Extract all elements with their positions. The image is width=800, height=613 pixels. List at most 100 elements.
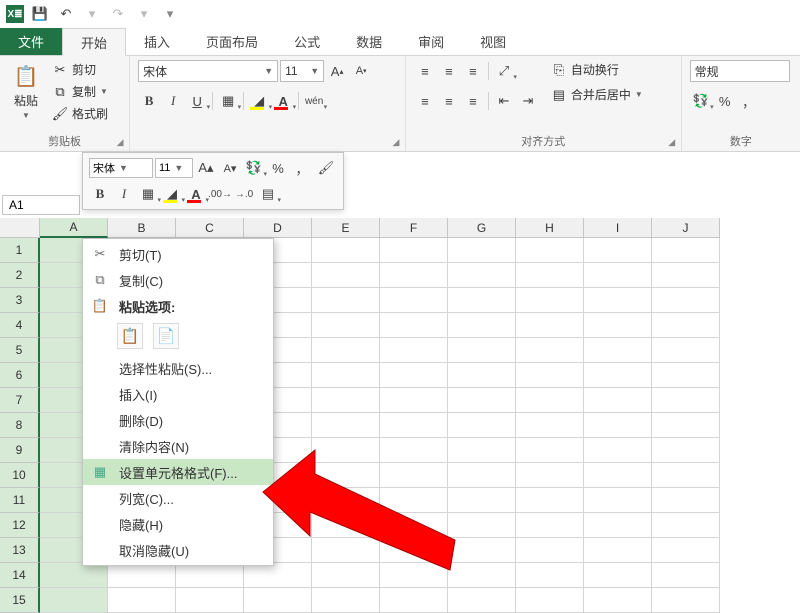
accounting-format-button[interactable]: 💱▾	[690, 90, 712, 112]
tab-view[interactable]: 视图	[462, 28, 524, 55]
cell[interactable]	[516, 538, 584, 563]
merge-center-button[interactable]: ▤合并后居中▼	[549, 85, 645, 104]
orientation-button[interactable]: ⤢▾	[493, 60, 515, 82]
column-header[interactable]: H	[516, 218, 584, 238]
cell[interactable]	[312, 513, 380, 538]
row-header[interactable]: 3	[0, 288, 40, 313]
cell[interactable]	[380, 463, 448, 488]
cell[interactable]	[312, 588, 380, 613]
context-insert[interactable]: 插入(I)	[83, 381, 273, 407]
cell[interactable]	[448, 538, 516, 563]
paste-option-default[interactable]: 📋	[117, 323, 143, 349]
undo-button[interactable]: ↶	[56, 4, 76, 24]
percent-format-button[interactable]: %	[714, 90, 736, 112]
fill-color-button[interactable]: ◢▾	[248, 90, 270, 112]
row-header[interactable]: 15	[0, 588, 40, 613]
tab-home[interactable]: 开始	[62, 28, 126, 56]
cut-button[interactable]: ✂剪切	[50, 60, 110, 79]
row-header[interactable]: 7	[0, 388, 40, 413]
row-header[interactable]: 6	[0, 363, 40, 388]
cell[interactable]	[652, 338, 720, 363]
cell[interactable]	[516, 463, 584, 488]
cell[interactable]	[448, 438, 516, 463]
cell[interactable]	[380, 588, 448, 613]
cell[interactable]	[448, 588, 516, 613]
row-header[interactable]: 13	[0, 538, 40, 563]
cell[interactable]	[40, 563, 108, 588]
cell[interactable]	[40, 588, 108, 613]
cell[interactable]	[312, 288, 380, 313]
cell[interactable]	[584, 488, 652, 513]
cell[interactable]	[584, 288, 652, 313]
cell[interactable]	[516, 288, 584, 313]
cell[interactable]	[312, 388, 380, 413]
cell[interactable]	[380, 513, 448, 538]
cell[interactable]	[176, 563, 244, 588]
row-header[interactable]: 8	[0, 413, 40, 438]
cell[interactable]	[516, 388, 584, 413]
cell[interactable]	[312, 238, 380, 263]
bold-button[interactable]: B	[138, 90, 160, 112]
cell[interactable]	[448, 363, 516, 388]
cell[interactable]	[380, 563, 448, 588]
cell[interactable]	[584, 363, 652, 388]
paste-button[interactable]: 📋 粘贴 ▼	[8, 60, 44, 122]
cell[interactable]	[584, 313, 652, 338]
column-header[interactable]: E	[312, 218, 380, 238]
select-all-corner[interactable]	[0, 218, 40, 238]
cell[interactable]	[516, 563, 584, 588]
cell[interactable]	[652, 463, 720, 488]
cell[interactable]	[380, 313, 448, 338]
cell[interactable]	[448, 463, 516, 488]
mini-percent[interactable]: %	[267, 157, 289, 179]
mini-increase-decimal[interactable]: .00→	[209, 183, 231, 205]
cell[interactable]	[380, 238, 448, 263]
cell[interactable]	[380, 488, 448, 513]
cell[interactable]	[312, 338, 380, 363]
decrease-font-button[interactable]: A▾	[350, 60, 372, 82]
cell[interactable]	[108, 563, 176, 588]
context-cut[interactable]: ✂剪切(T)	[83, 241, 273, 267]
align-center-button[interactable]: ≡	[438, 90, 460, 112]
alignment-launcher[interactable]: ◢	[666, 136, 678, 148]
align-left-button[interactable]: ≡	[414, 90, 436, 112]
cell[interactable]	[584, 338, 652, 363]
cell[interactable]	[652, 313, 720, 338]
cell[interactable]	[380, 438, 448, 463]
mini-decrease-font[interactable]: A▾	[219, 157, 241, 179]
column-header[interactable]: B	[108, 218, 176, 238]
row-header[interactable]: 10	[0, 463, 40, 488]
context-hide[interactable]: 隐藏(H)	[83, 511, 273, 537]
row-header[interactable]: 2	[0, 263, 40, 288]
cell[interactable]	[448, 513, 516, 538]
cell[interactable]	[312, 563, 380, 588]
cell[interactable]	[312, 438, 380, 463]
cell[interactable]	[584, 413, 652, 438]
cell[interactable]	[312, 538, 380, 563]
mini-font-color[interactable]: A▾	[185, 183, 207, 205]
context-column-width[interactable]: 列宽(C)...	[83, 485, 273, 511]
mini-font-name[interactable]: 宋体▼	[89, 158, 153, 178]
cell[interactable]	[108, 588, 176, 613]
mini-font-size[interactable]: 11▼	[155, 158, 193, 178]
cell[interactable]	[380, 538, 448, 563]
cell[interactable]	[652, 288, 720, 313]
number-format-combo[interactable]: 常规	[690, 60, 790, 82]
cell[interactable]	[584, 388, 652, 413]
cell[interactable]	[380, 413, 448, 438]
column-header[interactable]: A	[40, 218, 108, 238]
cell[interactable]	[176, 588, 244, 613]
cell[interactable]	[584, 563, 652, 588]
row-header[interactable]: 4	[0, 313, 40, 338]
cell[interactable]	[380, 263, 448, 288]
increase-font-button[interactable]: A▴	[326, 60, 348, 82]
context-clear-contents[interactable]: 清除内容(N)	[83, 433, 273, 459]
cell[interactable]	[448, 238, 516, 263]
cell[interactable]	[380, 288, 448, 313]
cell[interactable]	[516, 588, 584, 613]
context-unhide[interactable]: 取消隐藏(U)	[83, 537, 273, 563]
copy-button[interactable]: ⧉复制▼	[50, 82, 110, 101]
cell[interactable]	[516, 363, 584, 388]
mini-increase-font[interactable]: A▴	[195, 157, 217, 179]
cell[interactable]	[584, 463, 652, 488]
